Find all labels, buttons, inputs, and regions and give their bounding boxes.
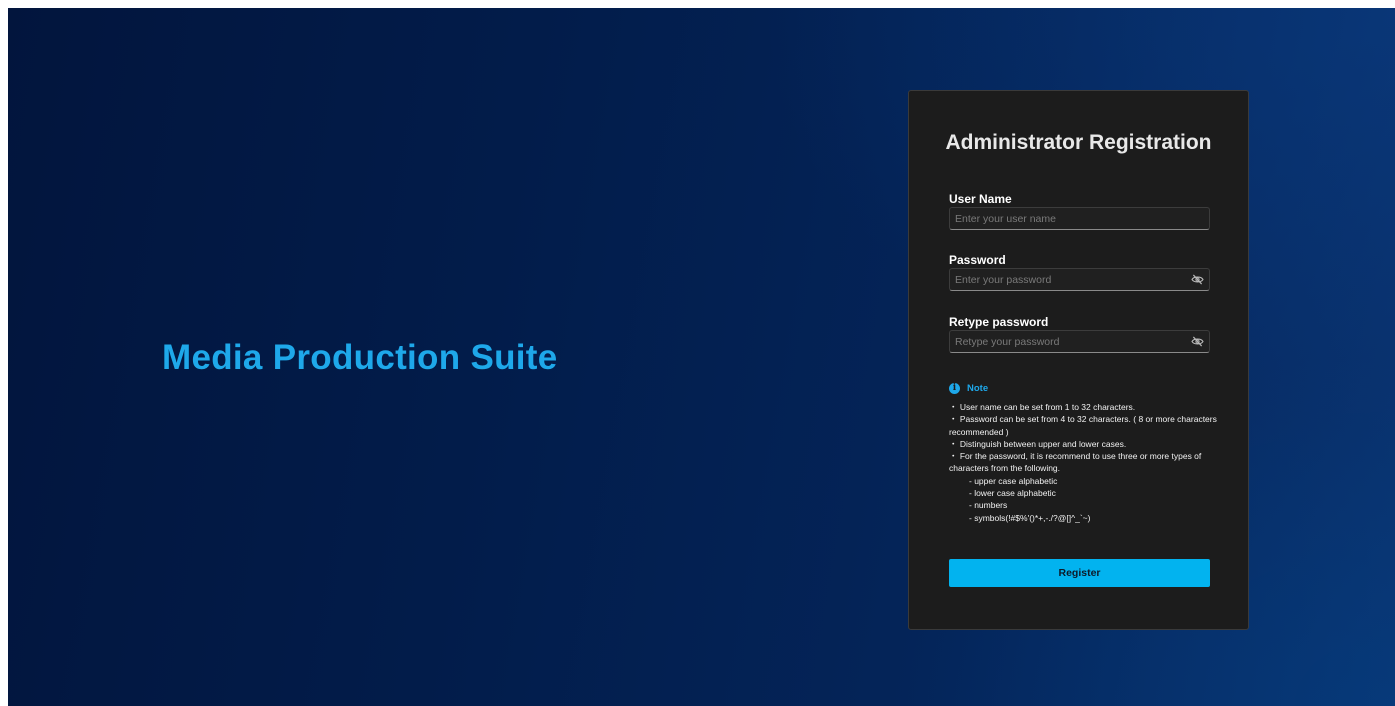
username-label: User Name xyxy=(949,192,1012,206)
note-title: Note xyxy=(967,382,989,394)
info-icon: i xyxy=(949,382,960,394)
registration-card: Administrator Registration User Name Pas… xyxy=(908,90,1249,630)
note-sub-item: - numbers xyxy=(969,500,1008,511)
brand-title: Media Production Suite xyxy=(162,338,558,377)
retype-password-input[interactable] xyxy=(950,331,1180,352)
note-line: ・ For the password, it is recommend to u… xyxy=(949,451,1202,474)
note-sub-item: - symbols(!#$%'()*+,-./?@[]^_`~) xyxy=(969,512,1091,523)
password-field[interactable] xyxy=(949,268,1210,291)
note-header: i Note xyxy=(949,381,988,395)
note-sub-item: - upper case alphabetic xyxy=(969,475,1058,486)
note-sub-item: - lower case alphabetic xyxy=(969,488,1056,499)
note-line: ・ Distinguish between upper and lower ca… xyxy=(949,438,1127,449)
note-line: ・ Password can be set from 4 to 32 chara… xyxy=(949,414,1217,437)
eye-off-icon[interactable] xyxy=(1191,274,1204,285)
retype-password-field[interactable] xyxy=(949,330,1210,353)
form-title: Administrator Registration xyxy=(945,131,1212,154)
username-field[interactable] xyxy=(949,207,1210,230)
username-input[interactable] xyxy=(950,208,1180,229)
note-line: ・ User name can be set from 1 to 32 char… xyxy=(949,402,1136,412)
note-body: ・ User name can be set from 1 to 32 char… xyxy=(949,401,1219,524)
register-button[interactable]: Register xyxy=(949,559,1210,587)
password-label: Password xyxy=(949,253,1006,267)
retype-password-label: Retype password xyxy=(949,315,1049,329)
eye-off-icon[interactable] xyxy=(1191,336,1204,347)
password-input[interactable] xyxy=(950,269,1180,290)
background: Media Production Suite Administrator Reg… xyxy=(8,8,1395,706)
